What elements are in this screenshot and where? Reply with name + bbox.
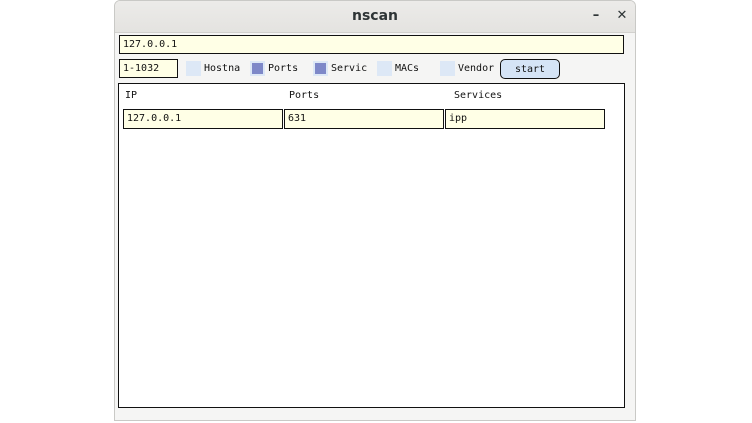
column-header-ports: Ports (289, 90, 320, 101)
ports-checkbox-label: Ports (268, 63, 299, 74)
table-cell-services[interactable]: ipp (445, 109, 605, 129)
services-checkbox-label: Servic (331, 63, 368, 74)
macs-checkbox-label: MACs (395, 63, 420, 74)
minimize-icon[interactable]: – (587, 7, 605, 25)
column-header-ip: IP (125, 90, 138, 101)
vendor-checkbox[interactable] (440, 61, 455, 76)
app-window: nscan – ✕ 127.0.0.1 1-1032 Hostna Ports … (114, 0, 636, 421)
table-cell-ports[interactable]: 631 (284, 109, 444, 129)
port-range-input[interactable]: 1-1032 (119, 59, 178, 78)
start-button[interactable]: start (500, 59, 560, 79)
hostname-checkbox-label: Hostna (204, 63, 241, 74)
results-table: IP Ports Services 127.0.0.1 631 ipp (118, 83, 625, 408)
close-icon[interactable]: ✕ (613, 7, 631, 25)
macs-checkbox[interactable] (377, 61, 392, 76)
hostname-checkbox[interactable] (186, 61, 201, 76)
ports-checkbox[interactable] (250, 61, 265, 76)
column-header-services: Services (454, 90, 503, 101)
table-cell-ip[interactable]: 127.0.0.1 (123, 109, 283, 129)
address-input[interactable]: 127.0.0.1 (119, 35, 624, 54)
vendor-checkbox-label: Vendor (458, 63, 495, 74)
window-title: nscan (351, 8, 398, 24)
title-bar[interactable]: nscan – ✕ (115, 1, 635, 33)
services-checkbox[interactable] (313, 61, 328, 76)
